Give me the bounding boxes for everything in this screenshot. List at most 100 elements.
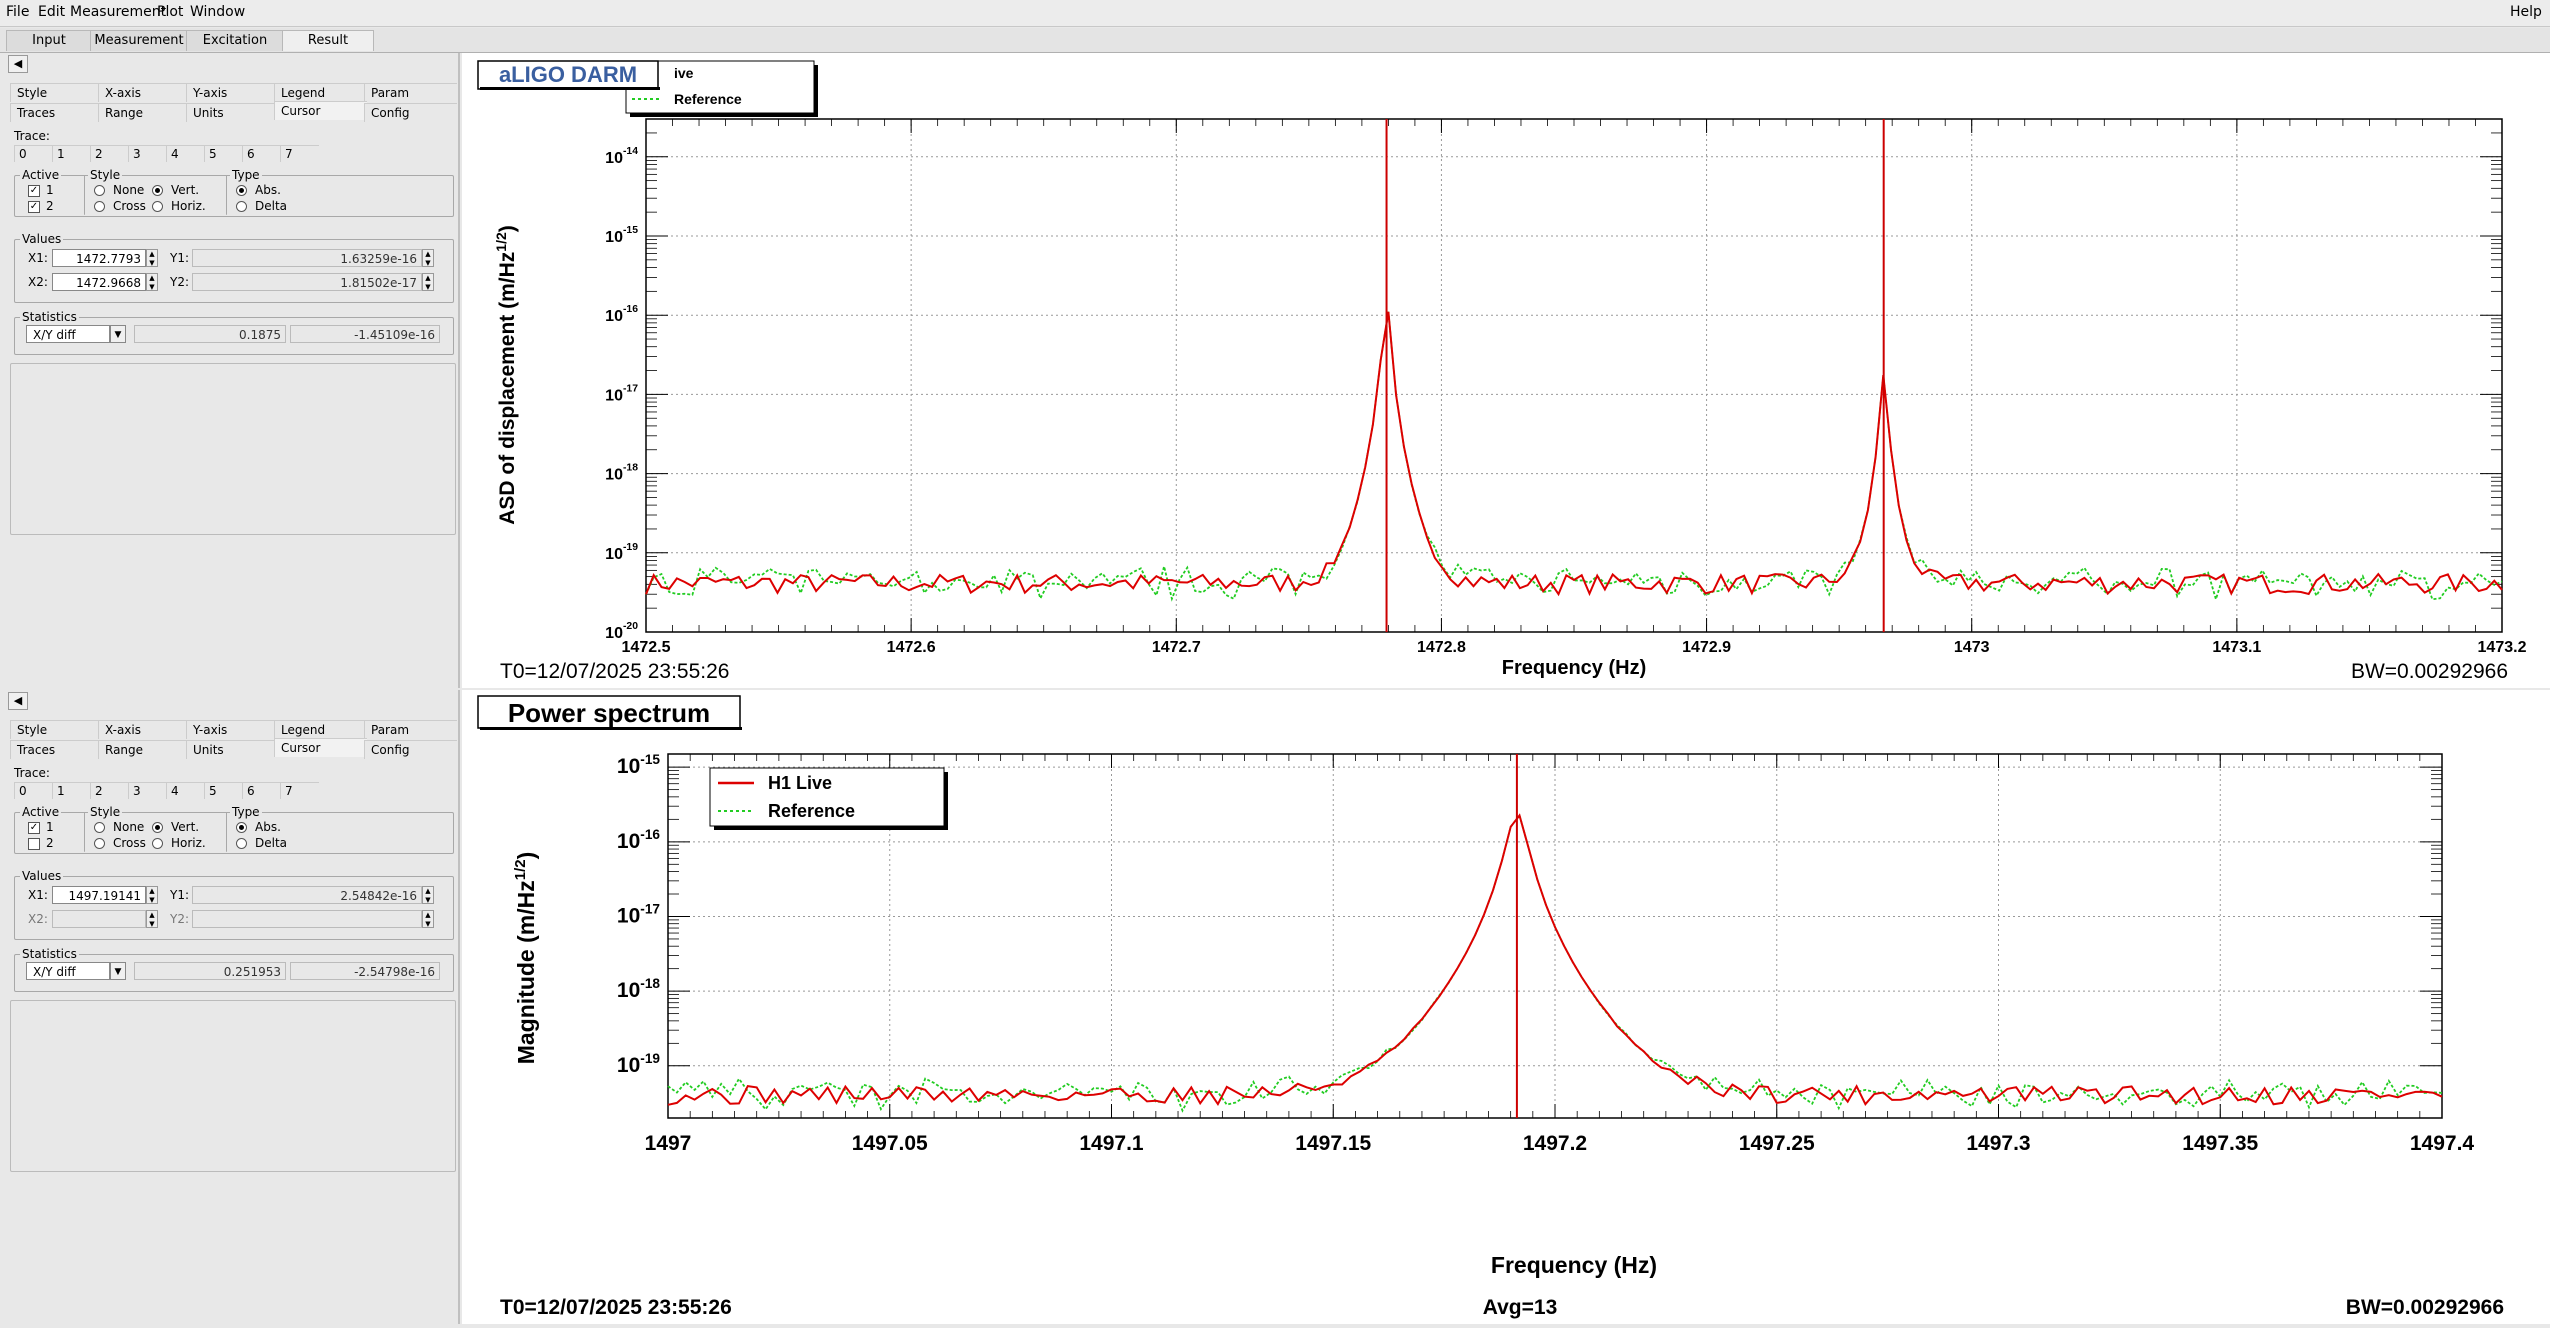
type-delta-radio[interactable]: Delta [236,836,287,850]
x1-field[interactable]: 1497.19141 [52,886,146,904]
plot-2-svg[interactable]: 1497 1497.05 1497.1 1497.15 1497.2 1497.25 149… [462,690,2550,1324]
plot-1-frame [645,118,2503,633]
y-tick-label: 10-18 [605,463,638,484]
tab-x-axis[interactable]: X-axis [98,720,191,739]
tab-param[interactable]: Param [364,720,457,739]
tab-x-axis[interactable]: X-axis [98,83,191,102]
style-vert-radio[interactable]: Vert. [152,183,199,197]
collapse-left-icon[interactable]: ◀ [8,55,28,73]
trace-tab-3[interactable]: 3 [128,782,167,799]
collapse-left-icon[interactable]: ◀ [8,692,28,710]
tab-cursor[interactable]: Cursor [274,101,367,120]
trace-tab-0[interactable]: 0 [14,145,53,162]
style-vert-radio[interactable]: Vert. [152,820,199,834]
tab-traces[interactable]: Traces [10,103,103,122]
stat-mode-select[interactable]: X/Y diff [26,325,110,343]
tab-style[interactable]: Style [10,720,103,739]
menu-plot[interactable]: Plot [157,4,183,20]
plot-1-t0: T0=12/07/2025 23:55:26 [500,660,729,683]
tab-style[interactable]: Style [10,83,103,102]
active-2-checkbox[interactable]: 2 [28,836,54,850]
tab-measurement[interactable]: Measurement [90,30,188,51]
tab-input[interactable]: Input [6,30,92,51]
tab-param[interactable]: Param [364,83,457,102]
trace-tab-3[interactable]: 3 [128,145,167,162]
active-1-checkbox[interactable]: ✓ 1 [28,183,54,197]
tab-result[interactable]: Result [282,30,374,51]
tab-range[interactable]: Range [98,103,191,122]
x2-spinner[interactable]: ▲ ▼ [146,273,158,291]
trace-tab-6[interactable]: 6 [242,145,281,162]
y2-field[interactable]: 1.81502e-17 [192,273,422,291]
y1-field[interactable]: 2.54842e-16 [192,886,422,904]
tab-y-axis[interactable]: Y-axis [186,83,279,102]
plot-1-svg[interactable]: 1472.5 1472.6 1472.7 1472.8 1472.9 1473 1473.1… [462,53,2550,688]
y1-field[interactable]: 1.63259e-16 [192,249,422,267]
x1-spinner[interactable]: ▲ ▼ [146,886,158,904]
tab-legend[interactable]: Legend [274,83,367,102]
menu-help[interactable]: Help [2510,4,2542,20]
y1-spinner[interactable]: ▲ ▼ [422,249,434,267]
trace-tab-2[interactable]: 2 [90,145,129,162]
trace-tab-2[interactable]: 2 [90,782,129,799]
style-none-radio[interactable]: None [94,820,144,834]
plot-1-cursors[interactable] [1385,119,1885,632]
tab-y-axis[interactable]: Y-axis [186,720,279,739]
tab-legend[interactable]: Legend [274,720,367,739]
trace-tab-7[interactable]: 7 [280,145,319,162]
values-label: Values [20,232,64,246]
tab-excitation[interactable]: Excitation [186,30,284,51]
type-label: Type [230,168,262,182]
type-delta-radio[interactable]: Delta [236,199,287,213]
x1-field[interactable]: 1472.7793 [52,249,146,267]
y-tick-label: 10-17 [617,901,660,927]
plot-2-canvas[interactable]: 1497 1497.05 1497.1 1497.15 1497.2 1497.25 149… [462,690,2550,1324]
menu-window[interactable]: Window [190,4,245,20]
x-tick-label: 1497.25 [1739,1132,1815,1155]
menu-file[interactable]: File [6,4,29,20]
style-cross-radio[interactable]: Cross [94,199,146,213]
trace-tab-4[interactable]: 4 [166,782,205,799]
y1-spinner[interactable]: ▲ ▼ [422,886,434,904]
menu-measurement[interactable]: Measurement [70,4,166,20]
active-1-checkbox[interactable]: ✓ 1 [28,820,54,834]
type-abs-radio[interactable]: Abs. [236,183,281,197]
tab-config[interactable]: Config [364,740,457,759]
type-abs-radio[interactable]: Abs. [236,820,281,834]
chevron-down-icon[interactable]: ▼ [110,325,126,343]
trace-tab-0[interactable]: 0 [14,782,53,799]
tab-range[interactable]: Range [98,740,191,759]
tab-cursor[interactable]: Cursor [274,738,367,757]
style-horiz-radio[interactable]: Horiz. [152,836,206,850]
trace-tab-7[interactable]: 7 [280,782,319,799]
y2-spinner[interactable]: ▲ ▼ [422,273,434,291]
x2-field[interactable]: 1472.9668 [52,273,146,291]
trace-tab-1[interactable]: 1 [52,782,91,799]
tab-config[interactable]: Config [364,103,457,122]
y2-field[interactable] [192,910,422,928]
tab-traces[interactable]: Traces [10,740,103,759]
x2-spinner[interactable]: ▲ ▼ [146,910,158,928]
menu-edit[interactable]: Edit [38,4,65,20]
style-none-radio[interactable]: None [94,183,144,197]
trace-tab-5[interactable]: 5 [204,782,243,799]
style-cross-radio[interactable]: Cross [94,836,146,850]
stat-mode-select[interactable]: X/Y diff [26,962,110,980]
trace-tab-4[interactable]: 4 [166,145,205,162]
style-horiz-radio[interactable]: Horiz. [152,199,206,213]
radio-icon [152,201,163,212]
y-tick-label: 10-19 [605,542,638,563]
tab-units[interactable]: Units [186,103,279,122]
trace-tab-5[interactable]: 5 [204,145,243,162]
plot-1-canvas[interactable]: 1472.5 1472.6 1472.7 1472.8 1472.9 1473 1473.1… [462,53,2550,688]
x2-field[interactable] [52,910,146,928]
active-2-checkbox[interactable]: ✓ 2 [28,199,54,213]
divider [226,812,228,852]
tab-units[interactable]: Units [186,740,279,759]
checkbox-icon [28,837,40,850]
trace-tab-1[interactable]: 1 [52,145,91,162]
trace-tab-6[interactable]: 6 [242,782,281,799]
x1-spinner[interactable]: ▲ ▼ [146,249,158,267]
chevron-down-icon[interactable]: ▼ [110,962,126,980]
y2-spinner[interactable]: ▲ ▼ [422,910,434,928]
